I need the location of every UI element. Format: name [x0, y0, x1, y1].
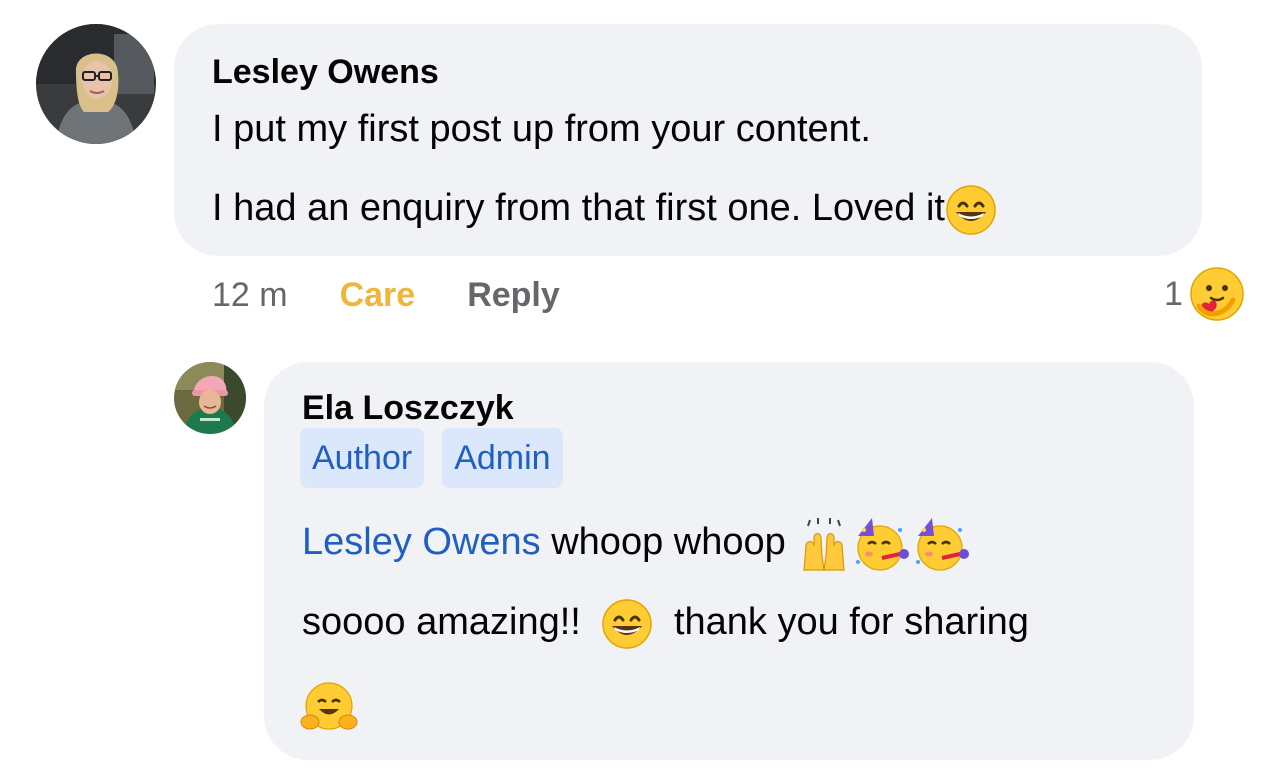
partying-face-emoji — [852, 516, 912, 572]
partying-face-emoji — [912, 516, 972, 572]
admin-badge[interactable]: Admin — [442, 428, 563, 488]
mention-link[interactable]: Lesley Owens — [302, 521, 541, 563]
reply-line-2-text-b: thank you for sharing — [673, 601, 1029, 644]
reply-author-name[interactable]: Ela Loszczyk — [302, 388, 514, 428]
care-reaction-icon — [1189, 266, 1245, 322]
comment-line-1: I put my first post up from your content… — [212, 108, 871, 150]
reply-bubble: Ela Loszczyk Author Admin Lesley Owens w… — [264, 362, 1194, 760]
reply-line-3 — [300, 680, 358, 736]
reaction-count: 1 — [1164, 274, 1183, 313]
reply-line-1: Lesley Owens whoop whoop — [302, 516, 972, 572]
grinning-face-emoji — [945, 184, 997, 236]
comment-thread: Lesley Owens I put my first post up from… — [0, 0, 1284, 782]
grinning-face-emoji — [601, 598, 653, 650]
comment-line-2: I had an enquiry from that first one. Lo… — [212, 184, 997, 236]
comment-author-name[interactable]: Lesley Owens — [212, 52, 439, 92]
reply-line-2: soooo amazing!! thank you for sharing — [302, 598, 1029, 650]
comment-timestamp[interactable]: 12 m — [212, 276, 288, 315]
reaction-summary[interactable]: 1 — [1164, 266, 1245, 322]
comment-line-2-text: I had an enquiry from that first one. Lo… — [212, 187, 945, 230]
reply-button[interactable]: Reply — [467, 276, 560, 315]
hugging-face-emoji — [300, 680, 358, 736]
avatar[interactable] — [36, 24, 156, 144]
care-reaction-button[interactable]: Care — [340, 276, 416, 315]
raising-hands-emoji — [796, 516, 852, 572]
avatar[interactable] — [174, 362, 246, 434]
comment-bubble: Lesley Owens I put my first post up from… — [174, 24, 1202, 256]
comment-actions: 12 m Care Reply — [212, 270, 560, 320]
reply-line-1-text: whoop whoop — [540, 521, 786, 564]
author-badge[interactable]: Author — [300, 428, 425, 488]
reply-line-2-text-a: soooo amazing!! — [302, 601, 581, 644]
author-badges: Author Admin — [300, 428, 563, 488]
